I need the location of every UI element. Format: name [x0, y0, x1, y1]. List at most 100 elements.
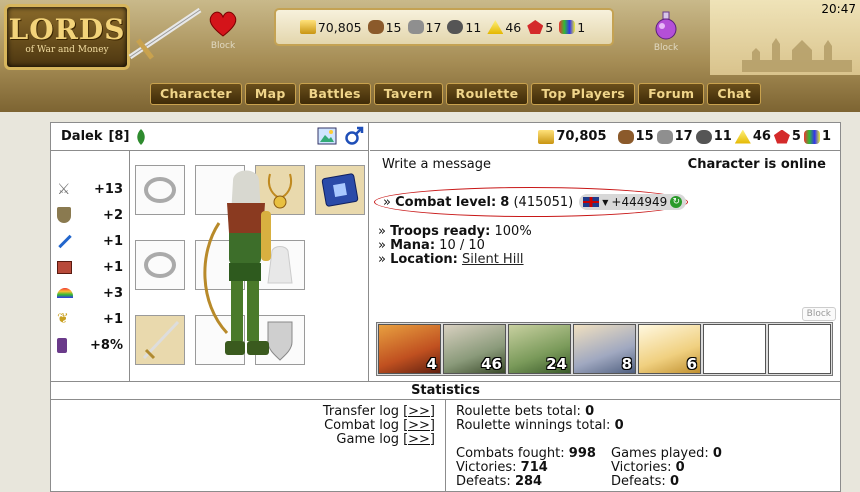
defeats-label: Defeats: — [456, 474, 511, 489]
combat-log-link[interactable]: [>>] — [403, 418, 435, 433]
nav-map[interactable]: Map — [244, 83, 296, 105]
gold-icon — [538, 129, 555, 144]
sword-weapon-icon — [142, 320, 180, 360]
games-played-line: Games played: 0 — [611, 446, 722, 461]
server-clock: 20:47 — [821, 2, 856, 16]
combats-fought-label: Combats fought: — [456, 446, 565, 461]
left-block-label: Block — [210, 41, 236, 51]
transfer-log-row: Transfer log [>>] — [323, 404, 435, 419]
potion-icon — [655, 11, 677, 40]
mana-line: » Mana: 10 / 10 — [378, 238, 485, 253]
troop-slot[interactable]: 6 — [638, 324, 701, 374]
refresh-icon[interactable]: ↻ — [670, 196, 683, 208]
nav-forum[interactable]: Forum — [638, 83, 705, 105]
equip-book-slot[interactable] — [315, 165, 365, 215]
nav-roulette[interactable]: Roulette — [445, 83, 529, 105]
game-logo[interactable]: LORDS of War and Money — [4, 4, 130, 70]
left-block-button[interactable]: Block — [206, 10, 240, 51]
uk-flag-icon[interactable] — [583, 197, 600, 207]
roulette-winnings-label: Roulette winnings total: — [456, 418, 611, 433]
nav-battles[interactable]: Battles — [298, 83, 371, 105]
logs-column: Transfer log [>>] Combat log [>>] Game l… — [51, 400, 446, 491]
location-label: Location: — [390, 252, 458, 267]
wood-icon — [367, 20, 384, 34]
victories-value: 714 — [520, 460, 548, 475]
spellbook-icon — [321, 173, 359, 207]
gems-icon — [559, 20, 576, 34]
equip-ring-slot[interactable] — [135, 165, 185, 215]
panel-stone-value: 17 — [674, 129, 693, 144]
equip-ring2-slot[interactable] — [135, 240, 185, 290]
panel-iron-value: 11 — [713, 129, 732, 144]
combat-experience: (415051) — [513, 194, 574, 210]
nav-character[interactable]: Character — [150, 83, 242, 105]
heart-icon — [209, 11, 237, 37]
roulette-winnings-line: Roulette winnings total: 0 — [456, 418, 624, 433]
transfer-log-link[interactable]: [>>] — [403, 404, 435, 419]
stat-bonus: +8% — [57, 335, 123, 355]
stat-knowledge-value: +1 — [103, 259, 123, 275]
mana-value: 10 / 10 — [439, 238, 485, 253]
mana-label: Mana: — [390, 238, 436, 253]
games-played-label: Games played: — [611, 446, 709, 461]
victories-label: Victories: — [456, 460, 517, 475]
nav-chat[interactable]: Chat — [707, 83, 762, 105]
roulette-bets-line: Roulette bets total: 0 — [456, 404, 594, 419]
game-log-label: Game log — [336, 432, 400, 447]
game-defeats-value: 0 — [669, 474, 679, 489]
troop-slot[interactable]: 24 — [508, 324, 571, 374]
character-section: Dalek [8] ⚔ +13 +2 +1 +1 +3 ❦ +1 +8% — [51, 123, 369, 381]
troop-count: 4 — [426, 355, 437, 373]
game-victories-value: 0 — [675, 460, 685, 475]
equip-weapon-slot[interactable] — [135, 315, 185, 365]
nav-tavern[interactable]: Tavern — [373, 83, 443, 105]
header-gems-value: 1 — [577, 19, 586, 35]
right-block-button[interactable]: Block — [649, 10, 683, 53]
header-gold-value: 70,805 — [317, 19, 362, 35]
troop-slot-empty[interactable] — [703, 324, 766, 374]
defeats-value: 284 — [514, 474, 543, 489]
statistics-section: Transfer log [>>] Combat log [>>] Game l… — [51, 400, 840, 491]
troop-count: 6 — [686, 355, 697, 373]
logo-subtitle: of War and Money — [25, 45, 109, 55]
stat-knowledge: +1 — [57, 257, 123, 277]
sword-icon — [128, 7, 202, 60]
troop-slot[interactable]: 8 — [573, 324, 636, 374]
victories-line: Victories: 714 — [456, 460, 548, 475]
header-wood-value: 15 — [385, 19, 402, 35]
morale-wings-icon: ❦ — [57, 311, 69, 327]
online-status: Character is online — [687, 157, 826, 172]
troops-ready-label: Troops ready: — [390, 224, 491, 239]
castle-icon — [742, 38, 852, 72]
chevron-down-icon[interactable]: ▼ — [602, 198, 608, 207]
header-iron-value: 11 — [465, 19, 482, 35]
magic-wand-icon — [58, 234, 72, 248]
block-button[interactable]: Block — [801, 307, 836, 321]
iron-icon — [695, 129, 712, 144]
nav-top-players[interactable]: Top Players — [531, 83, 636, 105]
game-victories-label: Victories: — [611, 460, 672, 475]
rating-badge: ▼ +444949 ↻ — [579, 194, 687, 210]
stone-icon — [407, 20, 424, 34]
stat-power-value: +1 — [103, 233, 123, 249]
write-message-link[interactable]: Write a message — [382, 157, 491, 172]
hero-avatar[interactable] — [189, 163, 299, 371]
header-stone-value: 17 — [425, 19, 442, 35]
bullet-icon: » — [383, 194, 396, 210]
defeats-line: Defeats: 284 — [456, 474, 542, 489]
troop-slot-empty[interactable] — [768, 324, 831, 374]
character-panel: Dalek [8] ⚔ +13 +2 +1 +1 +3 ❦ +1 +8% 70,… — [50, 122, 841, 492]
stat-power: +1 — [57, 231, 123, 251]
troop-slot[interactable]: 4 — [378, 324, 441, 374]
troop-slot[interactable]: 46 — [443, 324, 506, 374]
image-icon[interactable] — [317, 127, 337, 145]
game-header: LORDS of War and Money Block 70,805 15 1… — [0, 0, 860, 112]
location-link[interactable]: Silent Hill — [462, 252, 524, 267]
panel-crystal-value: 5 — [791, 129, 801, 144]
game-log-link[interactable]: [>>] — [403, 432, 435, 447]
combats-fought-value: 998 — [568, 446, 596, 461]
crystal-icon — [773, 129, 790, 144]
roulette-winnings-value: 0 — [614, 418, 624, 433]
troop-count: 46 — [481, 355, 502, 373]
combat-log-row: Combat log [>>] — [324, 418, 435, 433]
